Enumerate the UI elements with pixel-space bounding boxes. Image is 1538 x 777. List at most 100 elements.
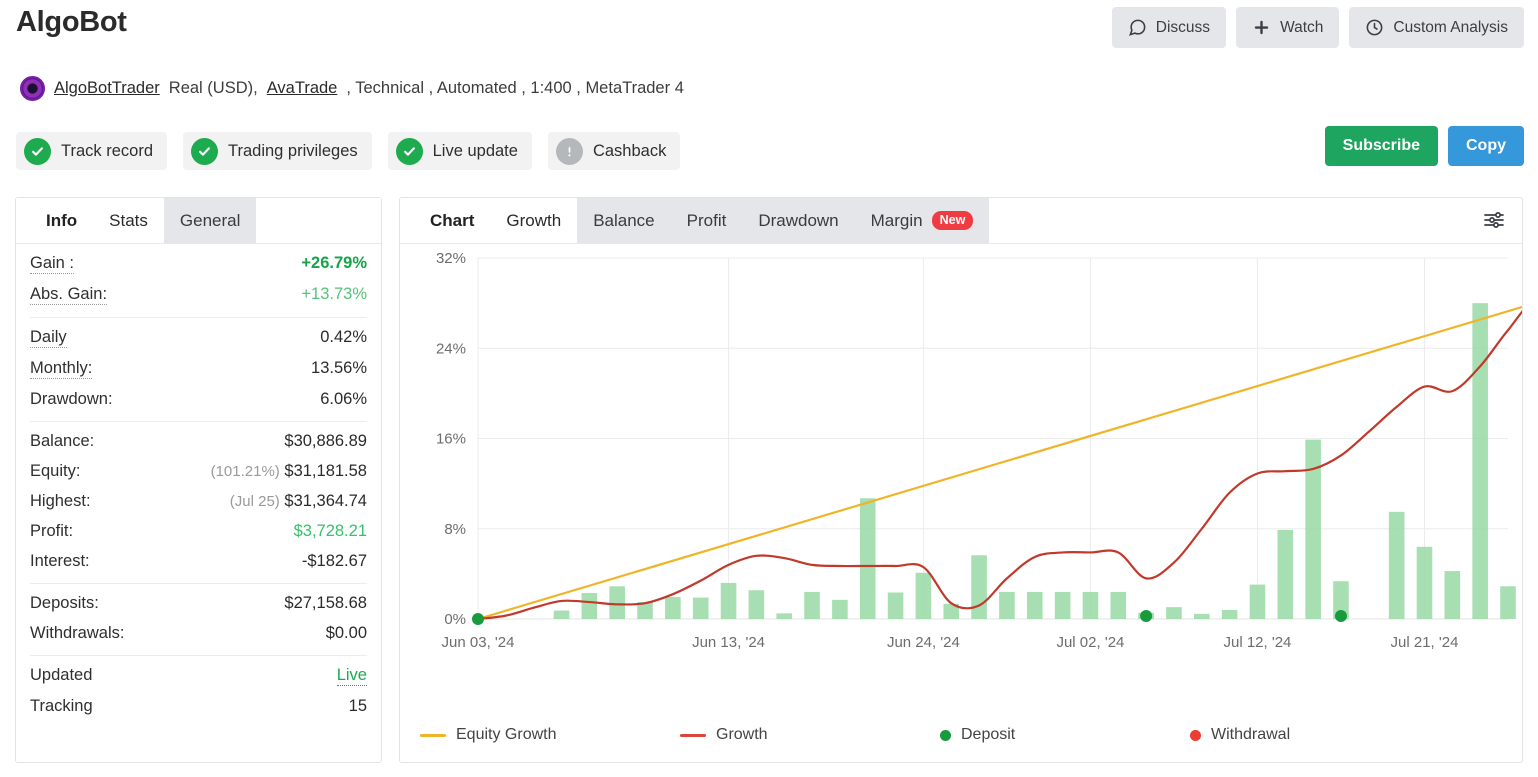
stats-tabbar: Info Stats General (16, 198, 381, 244)
tab-balance[interactable]: Balance (577, 198, 671, 243)
stat-value: $31,364.74 (284, 492, 367, 510)
tab-margin[interactable]: Margin New (854, 198, 990, 243)
chart-settings-button[interactable] (1478, 206, 1510, 236)
legend-dot-icon (940, 729, 951, 741)
discuss-button[interactable]: Discuss (1111, 7, 1227, 48)
badge-cashback[interactable]: Cashback (547, 132, 681, 170)
svg-text:Jun 24, '24: Jun 24, '24 (887, 634, 960, 651)
stat-value: 13.56% (311, 359, 367, 377)
watch-button[interactable]: Watch (1236, 7, 1340, 48)
trader-link[interactable]: AlgoBotTrader (54, 79, 160, 98)
badge-trading-privileges[interactable]: Trading privileges (183, 132, 372, 170)
discuss-label: Discuss (1155, 18, 1211, 36)
growth-chart: 0% 8% 16% 24% 32% Jun 03, '24 Jun 13, '24 Jun 2… (400, 244, 1522, 762)
stat-row-deposits: Deposits: $27,158.68 (30, 588, 367, 618)
stat-row-highest: Highest: (Jul 25) $31,364.74 (30, 486, 367, 516)
svg-text:32%: 32% (436, 250, 466, 267)
custom-analysis-label: Custom Analysis (1393, 18, 1508, 36)
sliders-icon (1482, 208, 1506, 235)
copy-button[interactable]: Copy (1448, 126, 1524, 166)
new-badge: New (931, 210, 974, 231)
stat-value: $30,886.89 (284, 432, 367, 450)
stat-value-wrap: (Jul 25) $31,364.74 (230, 492, 367, 511)
cta-buttons: Subscribe Copy (1324, 126, 1524, 166)
stat-row-balance: Balance: $30,886.89 (30, 426, 367, 456)
stat-value: 15 (348, 697, 367, 715)
stat-row-monthly: Monthly: 13.56% (30, 353, 367, 384)
stat-key: Profit: (30, 522, 74, 540)
tab-info[interactable]: Info (30, 198, 93, 243)
divider (30, 583, 367, 584)
stat-value-wrap: (101.21%) $31,181.58 (211, 462, 367, 481)
svg-text:Jun 13, '24: Jun 13, '24 (692, 634, 765, 651)
check-icon (395, 137, 423, 165)
clock-icon (1365, 18, 1384, 37)
svg-text:Jul 02, '24: Jul 02, '24 (1056, 634, 1124, 651)
badge-label: Track record (61, 141, 153, 160)
tab-growth[interactable]: Growth (490, 198, 578, 243)
plus-icon (1252, 18, 1271, 37)
tab-profit[interactable]: Profit (670, 198, 743, 243)
tab-general[interactable]: General (163, 198, 257, 243)
divider (30, 317, 367, 318)
badge-live-update[interactable]: Live update (387, 132, 532, 170)
stat-key[interactable]: Daily (30, 328, 67, 348)
stat-value: $3,728.21 (293, 522, 367, 540)
custom-analysis-button[interactable]: Custom Analysis (1349, 7, 1524, 48)
broker-link[interactable]: AvaTrade (267, 79, 338, 98)
stat-row-daily: Daily 0.42% (30, 322, 367, 353)
stat-row-gain: Gain : +26.79% (30, 248, 367, 279)
legend-withdrawal[interactable]: Withdrawal (1190, 726, 1290, 744)
svg-text:0%: 0% (444, 611, 466, 628)
svg-text:24%: 24% (436, 340, 466, 357)
stat-key: Drawdown: (30, 390, 113, 408)
legend-label: Deposit (961, 726, 1016, 743)
chart-panel: Chart Growth Balance Profit Drawdown Mar… (399, 197, 1523, 763)
check-icon (24, 137, 51, 165)
stats-list: Gain : +26.79% Abs. Gain: +13.73% Daily … (16, 244, 381, 721)
divider (30, 421, 367, 422)
badge-label: Live update (432, 141, 518, 160)
legend-deposit[interactable]: Deposit (940, 726, 1190, 744)
tab-margin-label: Margin (870, 210, 923, 230)
stat-row-profit: Profit: $3,728.21 (30, 516, 367, 546)
stat-value: -$182.67 (301, 552, 367, 570)
svg-text:Jul 12, '24: Jul 12, '24 (1223, 634, 1291, 651)
badge-track-record[interactable]: Track record (16, 132, 167, 170)
verification-badges: Track record Trading privileges Live upd… (16, 132, 681, 170)
tab-drawdown[interactable]: Drawdown (742, 198, 855, 243)
stat-value: +26.79% (301, 254, 367, 272)
subscribe-button[interactable]: Subscribe (1324, 126, 1438, 166)
stat-key: Interest: (30, 552, 90, 570)
account-info-line: AlgoBotTrader Real (USD), AvaTrade , Tec… (20, 76, 684, 101)
legend-growth[interactable]: Growth (680, 726, 940, 744)
comment-icon (1128, 18, 1147, 37)
legend-label: Withdrawal (1211, 726, 1291, 743)
stat-key[interactable]: Abs. Gain: (30, 285, 108, 305)
live-link[interactable]: Live (336, 666, 367, 686)
divider (30, 655, 367, 656)
stat-row-equity: Equity: (101.21%) $31,181.58 (30, 456, 367, 486)
header-actions: Discuss Watch Custom Analysis (1111, 7, 1524, 48)
stat-value: 0.42% (320, 328, 367, 346)
svg-text:8%: 8% (444, 521, 466, 538)
tab-stats[interactable]: Stats (93, 198, 164, 243)
stat-value: $27,158.68 (284, 594, 367, 612)
stat-row-interest: Interest: -$182.67 (30, 546, 367, 576)
stat-key[interactable]: Monthly: (30, 359, 93, 379)
chart-tabbar: Chart Growth Balance Profit Drawdown Mar… (400, 198, 1522, 244)
stat-row-drawdown: Drawdown: 6.06% (30, 384, 367, 414)
legend-label: Equity Growth (456, 726, 557, 743)
stat-value: 6.06% (320, 390, 367, 408)
legend-equity-growth[interactable]: Equity Growth (420, 726, 680, 744)
legend-label: Growth (716, 726, 768, 743)
svg-text:Jun 03, '24: Jun 03, '24 (442, 634, 515, 651)
stat-value: $31,181.58 (284, 462, 367, 480)
tab-chart[interactable]: Chart (414, 198, 490, 243)
svg-text:16%: 16% (436, 431, 466, 448)
stat-row-withdrawals: Withdrawals: $0.00 (30, 618, 367, 648)
stat-key[interactable]: Gain : (30, 254, 75, 274)
page-title: AlgoBot (16, 6, 127, 38)
chart-canvas: 0% 8% 16% 24% 32% Jun 03, '24 Jun 13, '24 Jun 2… (436, 250, 1522, 651)
legend-line-icon (420, 733, 446, 737)
